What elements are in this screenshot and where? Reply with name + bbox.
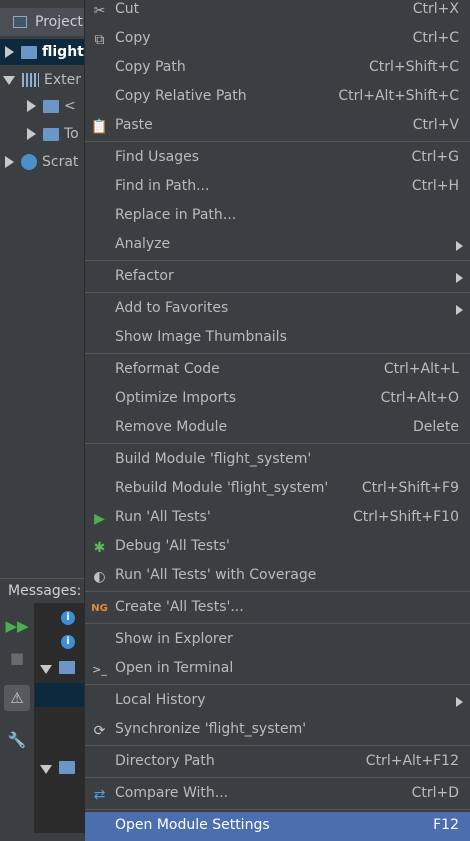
- menu-separator: [85, 623, 470, 624]
- scratches-icon: [21, 154, 37, 170]
- run-icon: ▶: [94, 510, 105, 527]
- menu-item-reformat-code[interactable]: Reformat Code Ctrl+Alt+L: [85, 356, 470, 385]
- menu-item-copy-path[interactable]: Copy Path Ctrl+Shift+C: [85, 54, 470, 83]
- tree-item-label: flight: [42, 44, 84, 60]
- menu-item-remove-module[interactable]: Remove Module Delete: [85, 414, 470, 443]
- menu-separator: [85, 260, 470, 261]
- info-icon: i: [61, 611, 75, 625]
- menu-item-find-usages[interactable]: Find Usages Ctrl+G: [85, 144, 470, 173]
- menu-item-open-module-settings[interactable]: Open Module Settings F12: [85, 812, 470, 841]
- expand-arrow-icon[interactable]: [5, 156, 14, 168]
- menu-item-cut[interactable]: ✂ Cut Ctrl+X: [85, 0, 470, 25]
- rerun-icon[interactable]: ▶▶: [4, 613, 30, 639]
- terminal-icon: >_: [92, 663, 107, 676]
- project-icon: [13, 16, 27, 28]
- menu-item-create-all-tests[interactable]: NG Create 'All Tests'...: [85, 594, 470, 623]
- expand-arrow-icon[interactable]: [5, 46, 14, 58]
- menu-item-optimize-imports[interactable]: Optimize Imports Ctrl+Alt+O: [85, 385, 470, 414]
- project-panel-title: Project: [35, 14, 83, 30]
- menu-item-analyze[interactable]: Analyze: [85, 231, 470, 260]
- tree-item-tomcat[interactable]: To: [0, 121, 84, 147]
- module-folder-icon: [21, 45, 37, 59]
- project-tool-window: Project flight Exter < To Scrat Messages…: [0, 0, 84, 833]
- menu-separator: [85, 809, 470, 810]
- tree-item-label: Scrat: [42, 154, 79, 170]
- submenu-arrow-icon: [456, 697, 463, 707]
- tree-item-flight[interactable]: flight: [0, 39, 84, 65]
- collapse-arrow-icon[interactable]: [40, 665, 52, 674]
- tree-item-label: <: [64, 98, 76, 114]
- menu-item-show-in-explorer[interactable]: Show in Explorer: [85, 626, 470, 655]
- menu-separator: [85, 745, 470, 746]
- stop-icon[interactable]: ■: [4, 645, 30, 671]
- collapse-arrow-icon[interactable]: [3, 75, 15, 85]
- tree-item-label: Exter: [44, 72, 81, 88]
- tree-item-label: To: [64, 126, 79, 142]
- menu-separator: [85, 141, 470, 142]
- collapse-arrow-icon[interactable]: [40, 765, 52, 774]
- menu-item-find-in-path[interactable]: Find in Path... Ctrl+H: [85, 173, 470, 202]
- menu-item-show-image-thumbnails[interactable]: Show Image Thumbnails: [85, 324, 470, 353]
- info-icon: i: [61, 635, 75, 649]
- menu-item-paste[interactable]: 📋 Paste Ctrl+V: [85, 112, 470, 141]
- sync-icon: ⟳: [93, 722, 106, 739]
- messages-panel-header: Messages:: [0, 578, 84, 602]
- messages-toolbar: ▶▶ ■ ⚠ 🔧: [0, 603, 35, 833]
- library-icon: [22, 73, 39, 87]
- folder-icon: [43, 99, 59, 113]
- settings-wrench-icon[interactable]: 🔧: [4, 727, 30, 753]
- menu-item-replace-in-path[interactable]: Replace in Path...: [85, 202, 470, 231]
- debug-icon: ✱: [93, 539, 106, 556]
- menu-item-directory-path[interactable]: Directory Path Ctrl+Alt+F12: [85, 748, 470, 777]
- selected-message-row[interactable]: [35, 683, 84, 707]
- menu-separator: [85, 443, 470, 444]
- file-icon: [59, 661, 75, 674]
- menu-item-run-all-tests[interactable]: ▶ Run 'All Tests' Ctrl+Shift+F10: [85, 504, 470, 533]
- menu-separator: [85, 684, 470, 685]
- project-panel-header[interactable]: Project: [0, 8, 84, 36]
- menu-item-open-in-terminal[interactable]: >_ Open in Terminal: [85, 655, 470, 684]
- messages-list: i i: [35, 603, 84, 833]
- menu-item-rebuild-module[interactable]: Rebuild Module 'flight_system' Ctrl+Shif…: [85, 475, 470, 504]
- messages-panel-title: Messages:: [8, 582, 82, 599]
- menu-item-refactor[interactable]: Refactor: [85, 263, 470, 292]
- menu-item-run-with-coverage[interactable]: ◐ Run 'All Tests' with Coverage: [85, 562, 470, 591]
- compare-icon: ⇄: [93, 786, 106, 803]
- cut-icon: ✂: [93, 2, 106, 19]
- menu-item-debug-all-tests[interactable]: ✱ Debug 'All Tests': [85, 533, 470, 562]
- warning-filter-icon[interactable]: ⚠: [4, 685, 30, 711]
- menu-separator: [85, 292, 470, 293]
- tree-item-external-libraries[interactable]: Exter: [0, 67, 84, 93]
- file-icon: [59, 761, 75, 774]
- context-menu: ✂ Cut Ctrl+X ⧉ Copy Ctrl+C Copy Path Ctr…: [84, 0, 470, 841]
- testng-icon: NG: [91, 603, 108, 614]
- menu-item-copy-relative-path[interactable]: Copy Relative Path Ctrl+Alt+Shift+C: [85, 83, 470, 112]
- submenu-arrow-icon: [456, 241, 463, 251]
- expand-arrow-icon[interactable]: [27, 128, 36, 140]
- menu-item-copy[interactable]: ⧉ Copy Ctrl+C: [85, 25, 470, 54]
- tree-item-scratches[interactable]: Scrat: [0, 149, 84, 175]
- menu-item-build-module[interactable]: Build Module 'flight_system': [85, 446, 470, 475]
- submenu-arrow-icon: [456, 305, 463, 315]
- menu-separator: [85, 777, 470, 778]
- paste-icon: 📋: [90, 118, 109, 135]
- expand-arrow-icon[interactable]: [27, 100, 36, 112]
- coverage-icon: ◐: [93, 568, 106, 585]
- folder-icon: [43, 127, 59, 141]
- menu-item-synchronize[interactable]: ⟳ Synchronize 'flight_system': [85, 716, 470, 745]
- menu-separator: [85, 591, 470, 592]
- menu-separator: [85, 353, 470, 354]
- menu-item-local-history[interactable]: Local History: [85, 687, 470, 716]
- menu-item-compare-with[interactable]: ⇄ Compare With... Ctrl+D: [85, 780, 470, 809]
- copy-icon: ⧉: [94, 31, 105, 48]
- submenu-arrow-icon: [456, 273, 463, 283]
- tree-item-jdk[interactable]: <: [0, 93, 84, 119]
- menu-item-add-to-favorites[interactable]: Add to Favorites: [85, 295, 470, 324]
